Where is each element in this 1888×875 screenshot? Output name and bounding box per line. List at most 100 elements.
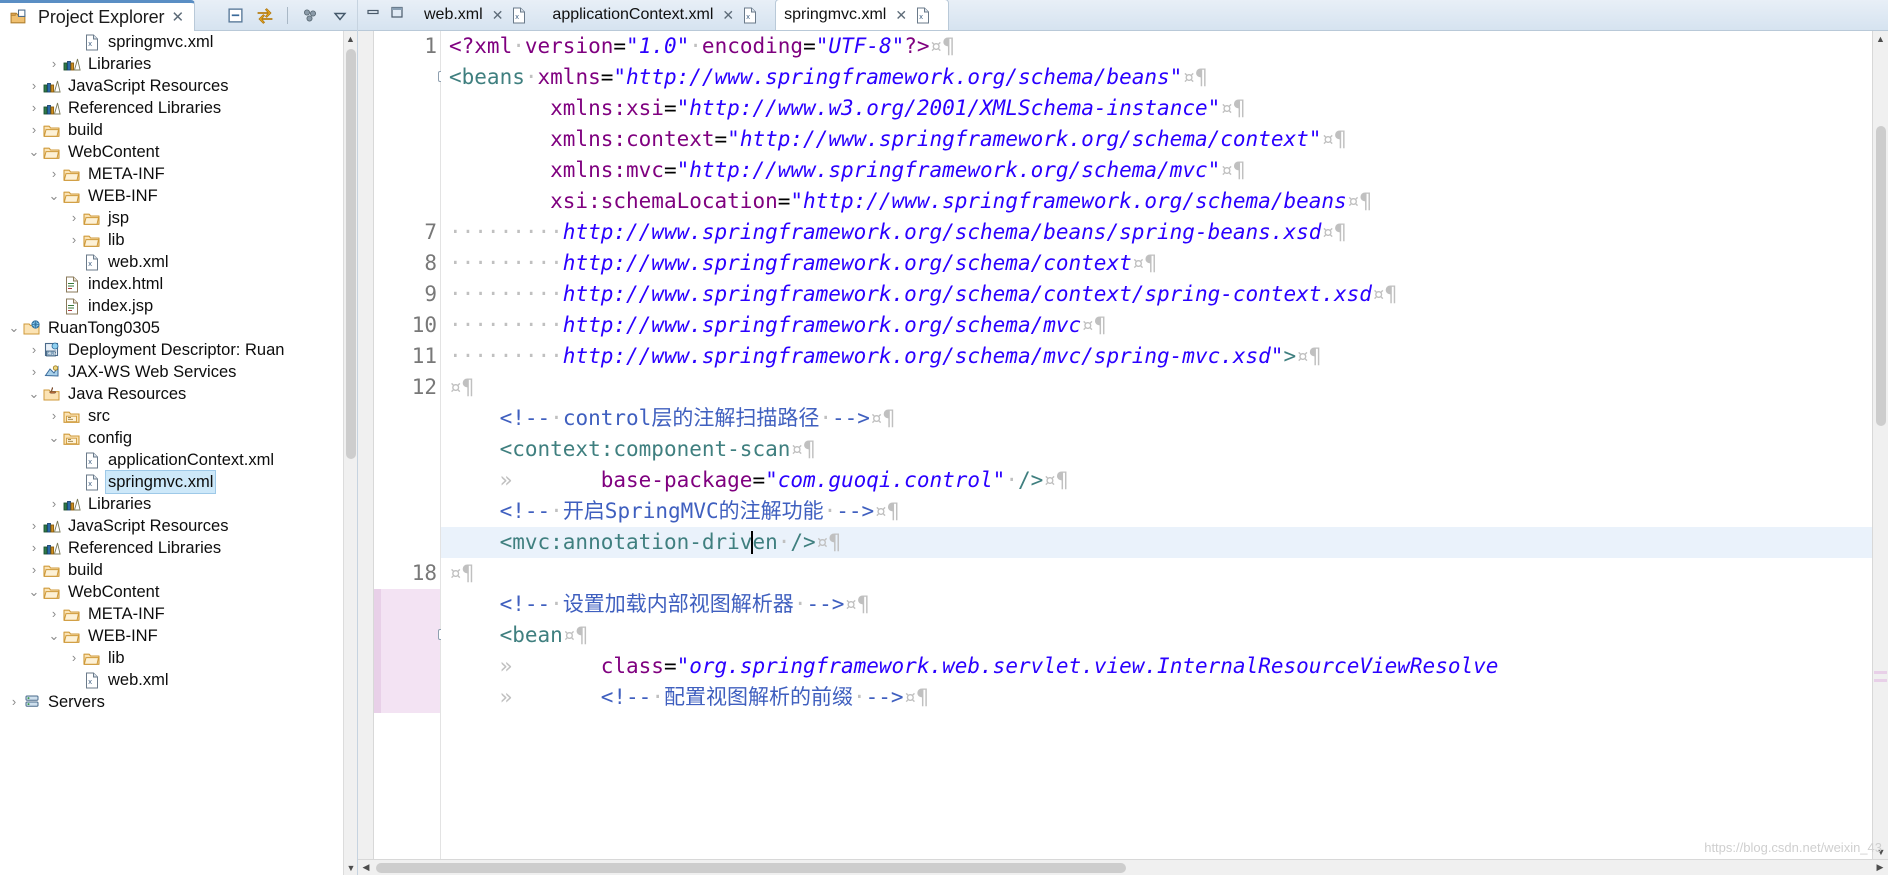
annotation-ruler[interactable] xyxy=(358,31,374,859)
project-tree-scrollbar[interactable]: ▲ ▼ xyxy=(343,31,357,875)
code-line[interactable]: ¤¶ xyxy=(441,558,1872,589)
chevron-right-icon[interactable]: › xyxy=(46,493,62,515)
chevron-down-icon[interactable]: ⌄ xyxy=(26,581,42,603)
tree-item-build[interactable]: › build xyxy=(0,119,344,141)
code-line[interactable]: <bean¤¶ xyxy=(441,620,1872,651)
tree-item-meta-inf[interactable]: › META-INF xyxy=(0,163,344,185)
close-icon[interactable]: ✕ xyxy=(492,7,504,24)
tree-item-web-xml[interactable]: x web.xml xyxy=(0,669,344,691)
tree-item-applicationcontext-xml[interactable]: x applicationContext.xml xyxy=(0,449,344,471)
minimize-icon[interactable] xyxy=(366,5,380,24)
chevron-down-icon[interactable]: ⌄ xyxy=(46,625,62,647)
code-line[interactable]: ¤¶ xyxy=(441,372,1872,403)
editor-tab-springmvc-xml[interactable]: springmvc.xml ✕ x xyxy=(775,0,950,30)
code-line[interactable]: <!--·开启SpringMVC的注解功能·-->¤¶ xyxy=(441,496,1872,527)
code-line[interactable]: xmlns:xsi="http://www.w3.org/2001/XMLSch… xyxy=(441,93,1872,124)
tree-item-web-xml[interactable]: x web.xml xyxy=(0,251,344,273)
maximize-icon[interactable] xyxy=(390,5,404,24)
chevron-right-icon[interactable]: › xyxy=(6,691,22,713)
overview-scroll-up-icon[interactable]: ▲ xyxy=(1873,31,1888,46)
tree-item-index-jsp[interactable]: index.jsp xyxy=(0,295,344,317)
code-line[interactable]: xmlns:context="http://www.springframewor… xyxy=(441,124,1872,155)
code-line[interactable]: <context:component-scan¤¶ xyxy=(441,434,1872,465)
tree-item-build[interactable]: › build xyxy=(0,559,344,581)
chevron-right-icon[interactable]: › xyxy=(46,405,62,427)
close-icon[interactable]: ✕ xyxy=(171,10,184,25)
chevron-right-icon[interactable]: › xyxy=(26,537,42,559)
chevron-down-icon[interactable]: ⌄ xyxy=(6,317,22,339)
tree-item-jax-ws-web-services[interactable]: › JAX-WS Web Services xyxy=(0,361,344,383)
view-dropdown-icon[interactable] xyxy=(329,5,351,27)
chevron-right-icon[interactable]: › xyxy=(46,603,62,625)
tree-item-jsp[interactable]: › jsp xyxy=(0,207,344,229)
chevron-right-icon[interactable]: › xyxy=(26,559,42,581)
tree-item-lib[interactable]: › lib xyxy=(0,229,344,251)
editor-tab-applicationContext-xml[interactable]: applicationContext.xml ✕ x xyxy=(544,0,775,30)
tree-item-webcontent[interactable]: ⌄ WebContent xyxy=(0,141,344,163)
horizontal-scrollbar-thumb[interactable] xyxy=(376,863,1126,873)
horizontal-scrollbar[interactable]: ◀ ▶ xyxy=(358,859,1888,875)
tree-item-referenced-libraries[interactable]: › Referenced Libraries xyxy=(0,97,344,119)
code-text-area[interactable]: <?xml·version="1.0"·encoding="UTF-8"?>¤¶… xyxy=(441,31,1872,859)
view-menu-icon[interactable] xyxy=(299,5,321,27)
chevron-right-icon[interactable]: › xyxy=(26,515,42,537)
chevron-down-icon[interactable]: ⌄ xyxy=(46,427,62,449)
chevron-down-icon[interactable]: ⌄ xyxy=(26,141,42,163)
tree-item-deployment-descriptor-ruan[interactable]: › 4.0 Deployment Descriptor: Ruan xyxy=(0,339,344,361)
tree-item-ruantong0305[interactable]: ⌄ RuanTong0305 xyxy=(0,317,344,339)
code-line[interactable]: <!--·设置加载内部视图解析器·-->¤¶ xyxy=(441,589,1872,620)
tree-item-config[interactable]: ⌄ config xyxy=(0,427,344,449)
chevron-right-icon[interactable]: › xyxy=(66,229,82,251)
code-line[interactable]: » <!--·配置视图解析的前缀·-->¤¶ xyxy=(441,682,1872,713)
tree-item-src[interactable]: › src xyxy=(0,405,344,427)
scrollbar-thumb[interactable] xyxy=(346,49,356,459)
tree-item-index-html[interactable]: index.html xyxy=(0,273,344,295)
code-line[interactable]: xmlns:mvc="http://www.springframework.or… xyxy=(441,155,1872,186)
chevron-right-icon[interactable]: › xyxy=(26,339,42,361)
tree-item-java-resources[interactable]: ⌄ Java Resources xyxy=(0,383,344,405)
close-icon[interactable]: ✕ xyxy=(895,7,907,24)
chevron-right-icon[interactable]: › xyxy=(26,75,42,97)
code-line[interactable]: » base-package="com.guoqi.control"·/>¤¶ xyxy=(441,465,1872,496)
tree-item-javascript-resources[interactable]: › JavaScript Resources xyxy=(0,515,344,537)
tree-item-referenced-libraries[interactable]: › Referenced Libraries xyxy=(0,537,344,559)
code-line[interactable]: ·········http://www.springframework.org/… xyxy=(441,279,1872,310)
chevron-down-icon[interactable]: ⌄ xyxy=(26,383,42,405)
overview-ruler[interactable]: ▲ ▼ xyxy=(1872,31,1888,859)
chevron-right-icon[interactable]: › xyxy=(26,361,42,383)
chevron-down-icon[interactable]: ⌄ xyxy=(46,185,62,207)
code-line[interactable]: xsi:schemaLocation="http://www.springfra… xyxy=(441,186,1872,217)
tree-item-servers[interactable]: › Servers xyxy=(0,691,344,713)
tree-item-javascript-resources[interactable]: › JavaScript Resources xyxy=(0,75,344,97)
tree-item-libraries[interactable]: › Libraries xyxy=(0,493,344,515)
code-line[interactable]: ·········http://www.springframework.org/… xyxy=(441,248,1872,279)
project-explorer-tab[interactable]: Project Explorer ✕ xyxy=(0,0,196,31)
tree-item-libraries[interactable]: › Libraries xyxy=(0,53,344,75)
collapse-all-icon[interactable] xyxy=(224,5,246,27)
scroll-up-icon[interactable]: ▲ xyxy=(344,31,357,46)
code-line[interactable]: <!--·control层的注解扫描路径·-->¤¶ xyxy=(441,403,1872,434)
tree-item-webcontent[interactable]: ⌄ WebContent xyxy=(0,581,344,603)
code-line[interactable]: » class="org.springframework.web.servlet… xyxy=(441,651,1872,682)
code-line[interactable]: ·········http://www.springframework.org/… xyxy=(441,341,1872,372)
chevron-right-icon[interactable]: › xyxy=(66,207,82,229)
scroll-down-icon[interactable]: ▼ xyxy=(344,860,358,875)
project-tree[interactable]: x springmvc.xml › Libraries › JavaScript Reso… xyxy=(0,31,344,875)
code-line[interactable]: ·········http://www.springframework.org/… xyxy=(441,217,1872,248)
code-line[interactable]: ·········http://www.springframework.org/… xyxy=(441,310,1872,341)
link-with-editor-icon[interactable] xyxy=(254,5,276,27)
close-icon[interactable]: ✕ xyxy=(722,7,734,24)
overview-scrollbar-thumb[interactable] xyxy=(1876,126,1886,426)
chevron-right-icon[interactable]: › xyxy=(26,97,42,119)
code-line[interactable]: <mvc:annotation-driven·/>¤¶ xyxy=(441,527,1872,558)
tree-item-web-inf[interactable]: ⌄ WEB-INF xyxy=(0,625,344,647)
scroll-right-icon[interactable]: ▶ xyxy=(1872,860,1888,875)
chevron-right-icon[interactable]: › xyxy=(46,53,62,75)
tree-item-lib[interactable]: › lib xyxy=(0,647,344,669)
tree-item-web-inf[interactable]: ⌄ WEB-INF xyxy=(0,185,344,207)
code-line[interactable]: <beans·xmlns="http://www.springframework… xyxy=(441,62,1872,93)
chevron-right-icon[interactable]: › xyxy=(26,119,42,141)
chevron-right-icon[interactable]: › xyxy=(46,163,62,185)
code-line[interactable]: <?xml·version="1.0"·encoding="UTF-8"?>¤¶ xyxy=(441,31,1872,62)
editor-tab-web-xml[interactable]: web.xml ✕ x xyxy=(416,0,544,30)
